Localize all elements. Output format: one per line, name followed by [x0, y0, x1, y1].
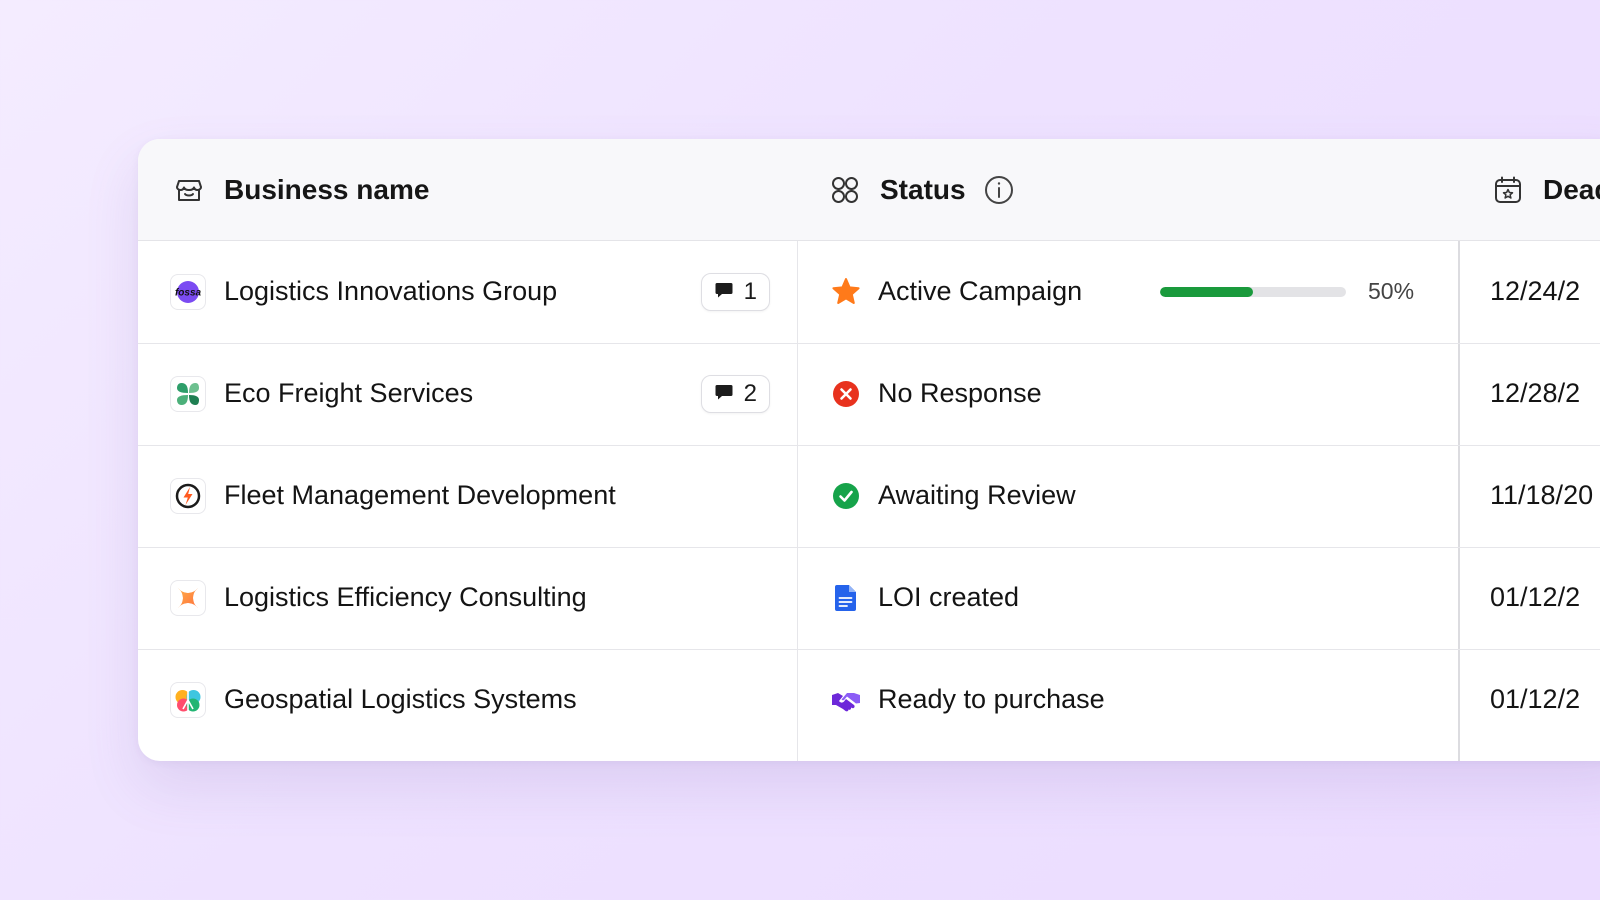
status-label: Active Campaign	[878, 276, 1083, 306]
svg-text:fossa: fossa	[175, 287, 202, 298]
progress-fill	[1160, 287, 1253, 297]
info-icon[interactable]	[984, 175, 1014, 205]
business-name: Logistics Efficiency Consulting	[224, 582, 587, 612]
status-label: LOI created	[878, 582, 1020, 612]
deadline-date: 12/24/2	[1490, 276, 1581, 306]
table-row[interactable]: Geospatial Logistics Systems Ready to pu…	[138, 648, 1600, 751]
comment-icon	[714, 382, 734, 407]
handshake-icon	[830, 684, 862, 716]
comment-count-button[interactable]: 1	[700, 273, 770, 311]
lightning-logo-icon	[170, 477, 206, 514]
pinwheel-logo-icon	[170, 681, 206, 718]
business-cell[interactable]: Fleet Management Development	[170, 444, 770, 547]
status-cell[interactable]: Active Campaign 50%	[830, 240, 1430, 343]
deadline-cell[interactable]: 01/12/2	[1490, 546, 1580, 649]
table-row[interactable]: Eco Freight Services 2 No Response 12/28…	[138, 342, 1600, 446]
table-header: Business name Status Dea	[138, 139, 1600, 241]
comment-count: 2	[743, 380, 757, 407]
deadline-date: 01/12/2	[1490, 684, 1581, 714]
column-header-label: Status	[880, 173, 966, 205]
deadline-date: 11/18/20	[1490, 480, 1594, 510]
x-circle-icon	[830, 378, 862, 410]
table-row[interactable]: Logistics Efficiency Consulting LOI crea…	[138, 546, 1600, 650]
column-header-label: Dead	[1543, 173, 1600, 205]
star-icon	[830, 276, 862, 308]
status-label: No Response	[878, 378, 1042, 408]
business-name: Fleet Management Development	[224, 480, 616, 510]
status-label: Awaiting Review	[878, 480, 1076, 510]
fossa-logo-icon: fossa	[170, 273, 206, 310]
table-row[interactable]: fossa Logistics Innovations Group 1 Acti…	[138, 240, 1600, 344]
comment-count-button[interactable]: 2	[700, 375, 770, 413]
deadline-date: 01/12/2	[1490, 582, 1581, 612]
deadline-cell[interactable]: 12/28/2	[1490, 342, 1580, 445]
deadline-cell[interactable]: 01/12/2	[1490, 648, 1580, 751]
business-table: Business name Status Dea fossa Logistics…	[138, 139, 1600, 761]
campaign-progress-bar	[1160, 287, 1346, 297]
grid-circles-icon	[830, 175, 860, 205]
business-cell[interactable]: Eco Freight Services 2	[170, 342, 770, 445]
status-cell[interactable]: Awaiting Review	[830, 444, 1430, 547]
table-row[interactable]: Fleet Management Development Awaiting Re…	[138, 444, 1600, 548]
comment-icon	[714, 280, 734, 305]
deadline-cell[interactable]: 11/18/20	[1490, 444, 1593, 547]
business-name: Eco Freight Services	[224, 378, 474, 408]
business-name: Logistics Innovations Group	[224, 276, 558, 306]
column-header-business[interactable]: Business name	[174, 139, 429, 240]
calendar-star-icon	[1493, 175, 1523, 205]
deadline-cell[interactable]: 12/24/2	[1490, 240, 1580, 343]
clover-logo-icon	[170, 375, 206, 412]
check-circle-icon	[830, 480, 862, 512]
business-cell[interactable]: Logistics Efficiency Consulting	[170, 546, 770, 649]
status-cell[interactable]: No Response	[830, 342, 1430, 445]
progress-percent: 50%	[1368, 278, 1415, 304]
column-header-label: Business name	[224, 173, 430, 205]
document-icon	[830, 582, 862, 614]
comment-count: 1	[743, 278, 757, 305]
spark-logo-icon	[170, 579, 206, 616]
deadline-date: 12/28/2	[1490, 378, 1581, 408]
status-cell[interactable]: Ready to purchase	[830, 648, 1430, 751]
column-header-status[interactable]: Status	[830, 139, 1014, 240]
business-cell[interactable]: fossa Logistics Innovations Group 1	[170, 240, 770, 343]
store-icon	[174, 175, 204, 205]
business-name: Geospatial Logistics Systems	[224, 684, 577, 714]
business-cell[interactable]: Geospatial Logistics Systems	[170, 648, 770, 751]
column-header-deadline[interactable]: Dead	[1493, 139, 1600, 240]
status-label: Ready to purchase	[878, 684, 1105, 714]
status-cell[interactable]: LOI created	[830, 546, 1430, 649]
